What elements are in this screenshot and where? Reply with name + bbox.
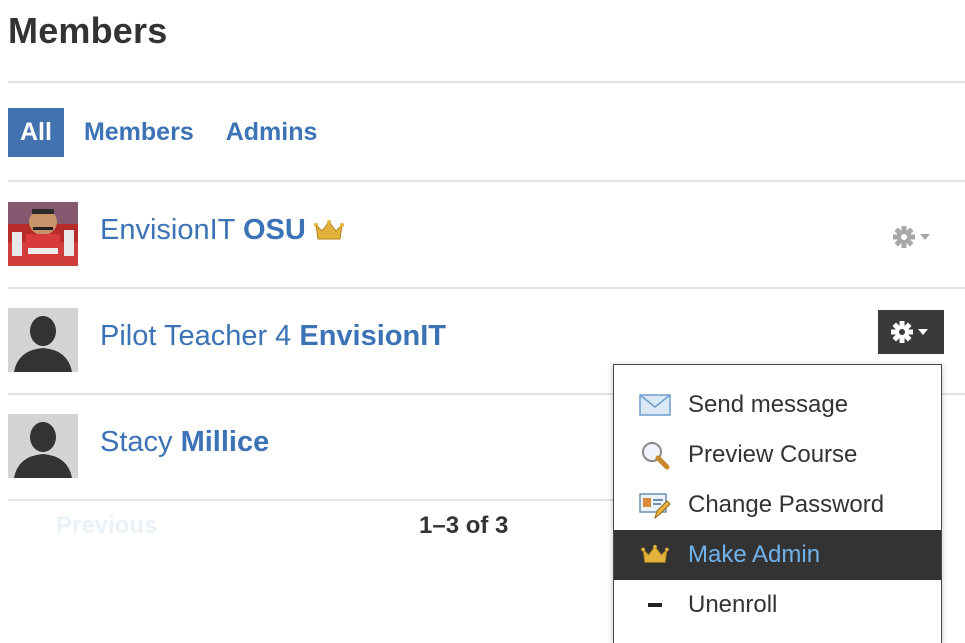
crown-icon [638, 540, 672, 570]
gear-menu-button[interactable] [884, 216, 942, 258]
member-first-name: Stacy [100, 426, 173, 458]
pagination-count: 1–3 of 3 [419, 512, 509, 539]
avatar[interactable] [8, 414, 78, 478]
menu-item-unenroll[interactable]: Unenroll [614, 580, 941, 630]
member-name[interactable]: EnvisionIT OSU [100, 214, 344, 251]
id-card-pencil-icon [638, 490, 672, 520]
user-silhouette-icon [8, 414, 78, 478]
avatar[interactable] [8, 308, 78, 372]
filter-tabs: All Members Admins [8, 107, 349, 157]
divider [8, 180, 965, 182]
menu-item-preview-course[interactable]: Preview Course [614, 430, 941, 480]
member-name[interactable]: Stacy Millice [100, 426, 269, 459]
envelope-icon [638, 390, 672, 420]
member-first-name: Pilot Teacher 4 [100, 320, 292, 352]
menu-item-send-message[interactable]: Send message [614, 380, 941, 430]
tab-all[interactable]: All [8, 107, 64, 157]
member-name[interactable]: Pilot Teacher 4 EnvisionIT [100, 320, 446, 353]
member-last-name: EnvisionIT [299, 320, 447, 352]
user-silhouette-icon [8, 308, 78, 372]
tab-members[interactable]: Members [84, 118, 194, 147]
gear-icon [893, 226, 930, 248]
tab-admins[interactable]: Admins [226, 118, 318, 147]
menu-item-label: Preview Course [688, 441, 858, 468]
menu-item-label: Make Admin [688, 541, 821, 568]
menu-item-label: Unenroll [688, 591, 778, 618]
divider [8, 287, 965, 289]
member-row: EnvisionIT OSU [8, 202, 948, 266]
divider [8, 499, 613, 501]
crown-icon [313, 218, 344, 251]
member-last-name: OSU [242, 214, 306, 246]
page-title: Members [8, 10, 168, 51]
member-first-name: EnvisionIT [100, 214, 235, 246]
member-actions-menu: Send message Preview Course Change Passw… [613, 364, 942, 643]
gear-icon [891, 321, 928, 343]
menu-item-label: Send message [688, 391, 849, 418]
menu-item-label: Change Password [688, 491, 885, 518]
avatar[interactable] [8, 202, 78, 266]
previous-page-link[interactable]: Previous [56, 512, 157, 540]
member-row: Pilot Teacher 4 EnvisionIT [8, 308, 948, 372]
minus-icon [638, 590, 672, 620]
divider [8, 81, 965, 83]
menu-item-make-admin[interactable]: Make Admin [614, 530, 941, 580]
gear-menu-button[interactable] [878, 310, 944, 354]
magnifier-icon [638, 440, 672, 470]
menu-item-change-password[interactable]: Change Password [614, 480, 941, 530]
mascot-photo-icon [8, 202, 78, 266]
member-last-name: Millice [180, 426, 270, 458]
